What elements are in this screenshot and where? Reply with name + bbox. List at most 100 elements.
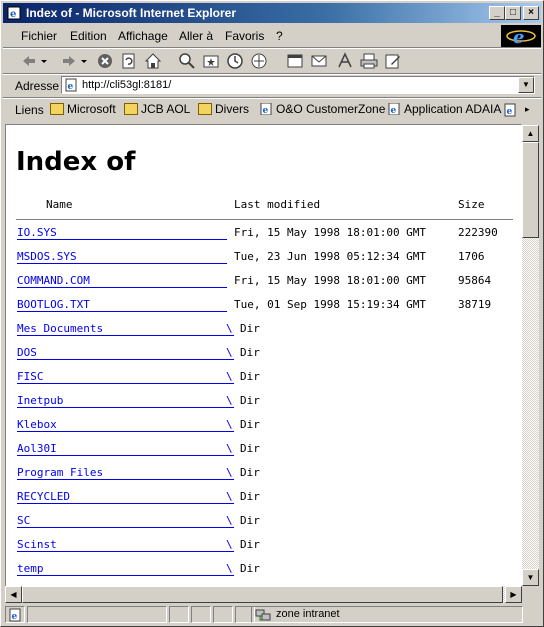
dir-type: Dir bbox=[240, 346, 260, 359]
dir-link[interactable]: Scinst bbox=[17, 538, 57, 551]
address-url: http://cli53gl:8181/ bbox=[82, 79, 172, 91]
svg-text:e: e bbox=[68, 82, 74, 92]
dir-slash[interactable]: \ bbox=[226, 442, 233, 455]
dir-slash[interactable]: \ bbox=[226, 466, 233, 479]
ie-throbber-logo: e bbox=[501, 25, 541, 48]
dir-slash[interactable]: \ bbox=[226, 322, 233, 335]
close-button[interactable]: × bbox=[523, 6, 539, 20]
menu-help[interactable]: ? bbox=[276, 29, 283, 43]
dir-slash[interactable]: \ bbox=[226, 490, 233, 503]
stop-icon[interactable] bbox=[95, 51, 115, 71]
link-underline bbox=[17, 551, 234, 552]
print-icon[interactable] bbox=[359, 51, 379, 71]
edit-icon[interactable] bbox=[383, 51, 403, 71]
scroll-thumb[interactable] bbox=[522, 142, 539, 238]
address-dropdown-icon[interactable]: ▼ bbox=[518, 77, 534, 93]
link-underline bbox=[17, 503, 234, 504]
file-modified: Tue, 01 Sep 1998 15:19:34 GMT bbox=[234, 298, 427, 311]
link-underline bbox=[17, 383, 234, 384]
link-underline bbox=[17, 407, 234, 408]
dir-slash[interactable]: \ bbox=[226, 562, 233, 575]
page-icon: e bbox=[260, 103, 272, 115]
links-bar: Liens Microsoft JCB AOL Divers e O&O Cust… bbox=[3, 99, 541, 121]
menu-fichier[interactable]: Fichier bbox=[21, 29, 57, 43]
history-icon[interactable] bbox=[225, 51, 245, 71]
link-application-adaia[interactable]: e Application ADAIA bbox=[387, 102, 501, 118]
scroll-down-icon[interactable]: ▼ bbox=[522, 569, 539, 586]
dir-slash[interactable]: \ bbox=[226, 514, 233, 527]
file-size: 38719 bbox=[458, 298, 492, 311]
maximize-button[interactable]: □ bbox=[505, 6, 521, 20]
horizontal-scrollbar[interactable]: ◀ ▶ bbox=[5, 586, 522, 603]
menu-edition[interactable]: Edition bbox=[70, 29, 107, 43]
link-underline bbox=[17, 359, 234, 360]
hscroll-thumb[interactable] bbox=[22, 586, 503, 603]
page-icon[interactable]: e bbox=[503, 102, 517, 118]
dir-slash[interactable]: \ bbox=[226, 418, 233, 431]
file-size: 222390 bbox=[458, 226, 498, 239]
refresh-icon[interactable] bbox=[119, 51, 139, 71]
dir-link[interactable]: Mes Documents bbox=[17, 322, 103, 335]
dir-type: Dir bbox=[240, 442, 260, 455]
scroll-left-icon[interactable]: ◀ bbox=[5, 586, 22, 603]
scroll-up-icon[interactable]: ▲ bbox=[522, 125, 539, 142]
link-microsoft[interactable]: Microsoft bbox=[50, 102, 116, 118]
file-link[interactable]: BOOTLOG.TXT bbox=[17, 298, 90, 311]
dir-type: Dir bbox=[240, 394, 260, 407]
title-bar[interactable]: e Index of - Microsoft Internet Explorer… bbox=[3, 3, 541, 23]
links-label: Liens bbox=[15, 103, 44, 117]
favorites-icon[interactable] bbox=[201, 51, 221, 71]
dir-slash[interactable]: \ bbox=[226, 346, 233, 359]
dir-link[interactable]: Inetpub bbox=[17, 394, 63, 407]
dir-link[interactable]: RECYCLED bbox=[17, 490, 70, 503]
dir-link[interactable]: DOS bbox=[17, 346, 37, 359]
file-link[interactable]: COMMAND.COM bbox=[17, 274, 90, 287]
channels-icon[interactable] bbox=[249, 51, 269, 71]
svg-text:e: e bbox=[12, 612, 18, 622]
link-divers[interactable]: Divers bbox=[198, 102, 249, 118]
menu-favoris[interactable]: Favoris bbox=[225, 29, 264, 43]
dir-type: Dir bbox=[240, 370, 260, 383]
dir-slash[interactable]: \ bbox=[226, 394, 233, 407]
column-header-name[interactable]: Name bbox=[46, 198, 73, 211]
column-header-size[interactable]: Size bbox=[458, 198, 485, 211]
dir-slash[interactable]: \ bbox=[226, 370, 233, 383]
menu-aller-a[interactable]: Aller à bbox=[179, 29, 213, 43]
link-oo-customerzone[interactable]: e O&O CustomerZone bbox=[259, 102, 385, 118]
forward-icon[interactable] bbox=[59, 51, 79, 71]
column-header-modified[interactable]: Last modified bbox=[234, 198, 320, 211]
file-link[interactable]: IO.SYS bbox=[17, 226, 57, 239]
forward-dropdown-icon[interactable] bbox=[79, 51, 89, 71]
scroll-right-icon[interactable]: ▶ bbox=[505, 586, 522, 603]
home-icon[interactable] bbox=[143, 51, 163, 71]
address-input[interactable]: e http://cli53gl:8181/ ▼ bbox=[61, 76, 535, 94]
file-link[interactable]: MSDOS.SYS bbox=[17, 250, 77, 263]
dir-link[interactable]: Klebox bbox=[17, 418, 57, 431]
dir-link[interactable]: SC bbox=[17, 514, 30, 527]
menu-affichage[interactable]: Affichage bbox=[118, 29, 168, 43]
back-dropdown-icon[interactable] bbox=[39, 51, 49, 71]
intranet-zone-icon bbox=[255, 609, 271, 621]
links-overflow-chevron-icon[interactable]: ▸ bbox=[525, 104, 530, 120]
back-icon[interactable] bbox=[19, 51, 39, 71]
page-title: Index of bbox=[16, 147, 136, 177]
link-jcb-aol[interactable]: JCB AOL bbox=[124, 102, 190, 118]
font-size-icon[interactable] bbox=[335, 51, 355, 71]
minimize-button[interactable]: _ bbox=[489, 6, 505, 20]
link-underline bbox=[17, 455, 234, 456]
ie-e-icon: e bbox=[506, 27, 536, 48]
dir-link[interactable]: temp bbox=[17, 562, 44, 575]
mail-icon[interactable] bbox=[309, 51, 329, 71]
status-panel bbox=[213, 606, 233, 623]
dir-slash[interactable]: \ bbox=[226, 538, 233, 551]
fullscreen-icon[interactable] bbox=[285, 51, 305, 71]
search-icon[interactable] bbox=[177, 51, 197, 71]
dir-link[interactable]: Program Files bbox=[17, 466, 103, 479]
svg-text:e: e bbox=[263, 106, 269, 115]
dir-link[interactable]: FISC bbox=[17, 370, 44, 383]
link-underline bbox=[17, 479, 234, 480]
link-underline bbox=[17, 575, 234, 576]
dir-link[interactable]: Aol30I bbox=[17, 442, 57, 455]
address-bar: Adresse e http://cli53gl:8181/ ▼ bbox=[3, 75, 541, 97]
vertical-scrollbar[interactable]: ▲ ▼ bbox=[522, 125, 539, 586]
